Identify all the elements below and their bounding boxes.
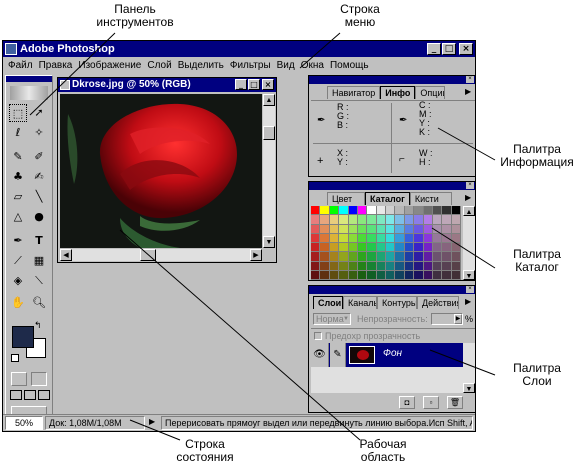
line-info	[437, 127, 496, 161]
callout-lines	[29, 32, 496, 441]
line-menubar	[299, 32, 341, 69]
line-catalog	[431, 227, 496, 269]
line-toolbox	[29, 32, 116, 116]
line-workarea	[119, 229, 361, 441]
line-layers	[429, 349, 496, 376]
line-status	[129, 419, 181, 441]
